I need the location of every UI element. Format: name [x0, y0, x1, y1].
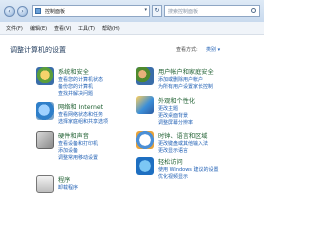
category-system-security: 系统和安全 查看您的计算机状态 备份您的计算机 查找并解决问题	[36, 67, 128, 99]
category-title[interactable]: 系统和安全	[58, 67, 89, 76]
category-link[interactable]: 调整常用移动设置	[58, 154, 98, 161]
category-user-accounts: 用户帐户和家庭安全 添加或删除用户帐户 为所有用户设置家长控制	[136, 67, 260, 93]
user-accounts-icon[interactable]	[136, 67, 154, 85]
page-title: 调整计算机的设置	[10, 46, 66, 54]
category-link[interactable]: 更改桌面背景	[158, 112, 188, 119]
menu-file[interactable]: 文件(F)	[6, 25, 23, 32]
category-link[interactable]: 查看网络状态和任务	[58, 111, 103, 118]
category-title[interactable]: 硬件和声音	[58, 131, 89, 140]
category-appearance: 外观和个性化 更改主题 更改桌面背景 调整屏幕分辨率	[136, 96, 260, 128]
control-panel-icon	[35, 8, 41, 14]
category-link[interactable]: 选择家庭组和共享选项	[58, 118, 108, 125]
category-title[interactable]: 时钟、语言和区域	[158, 131, 208, 140]
view-by-label: 查看方式:	[176, 47, 198, 53]
menu-help[interactable]: 帮助(H)	[102, 25, 120, 32]
category-link[interactable]: 备份您的计算机	[58, 83, 93, 90]
category-title[interactable]: 程序	[58, 175, 70, 184]
back-button[interactable]: ‹	[4, 6, 15, 17]
menu-edit[interactable]: 编辑(E)	[30, 25, 47, 32]
category-link[interactable]: 为所有用户设置家长控制	[158, 83, 213, 90]
category-title[interactable]: 轻松访问	[158, 157, 183, 166]
control-panel-window: ‹ › 控制面板 ▾ ↻ 搜索控制面板 文件(F) 编辑(E) 查看(V) 工具…	[0, 0, 264, 247]
menu-tools[interactable]: 工具(T)	[78, 25, 95, 32]
category-network: 网络和 Internet 查看网络状态和任务 选择家庭组和共享选项	[36, 102, 128, 128]
category-link[interactable]: 优化视频显示	[158, 173, 188, 180]
category-title[interactable]: 用户帐户和家庭安全	[158, 67, 214, 76]
category-title[interactable]: 外观和个性化	[158, 96, 195, 105]
forward-button[interactable]: ›	[17, 6, 28, 17]
category-link[interactable]: 调整屏幕分辨率	[158, 119, 193, 126]
search-placeholder: 搜索控制面板	[168, 9, 199, 15]
category-link[interactable]: 添加设备	[58, 147, 78, 154]
category-link[interactable]: 查找并解决问题	[58, 90, 93, 97]
category-link[interactable]: 添加或删除用户帐户	[158, 76, 203, 83]
clock-language-icon[interactable]	[136, 131, 154, 149]
hardware-sound-icon[interactable]	[36, 131, 54, 149]
chevron-down-icon[interactable]: ▾	[144, 7, 147, 13]
category-link[interactable]: 卸载程序	[58, 184, 78, 191]
view-by-dropdown[interactable]: 类别 ▾	[206, 46, 220, 53]
category-programs: 程序 卸载程序	[36, 175, 128, 195]
category-link[interactable]: 查看设备和打印机	[58, 140, 98, 147]
address-text: 控制面板	[45, 9, 66, 15]
category-hardware-sound: 硬件和声音 查看设备和打印机 添加设备 调整常用移动设置	[36, 131, 128, 163]
ease-of-access-icon[interactable]	[136, 157, 154, 175]
category-clock-language: 时钟、语言和区域 更改键盘或其他输入法 更改显示语言	[136, 131, 260, 157]
category-link[interactable]: 使用 Windows 建议的设置	[158, 166, 219, 173]
search-input[interactable]: 搜索控制面板	[164, 5, 260, 17]
category-link[interactable]: 更改显示语言	[158, 147, 188, 154]
programs-icon[interactable]	[36, 175, 54, 193]
appearance-icon[interactable]	[136, 96, 154, 114]
menu-bar: 文件(F) 编辑(E) 查看(V) 工具(T) 帮助(H)	[0, 22, 264, 35]
category-link[interactable]: 更改键盘或其他输入法	[158, 140, 208, 147]
category-link[interactable]: 查看您的计算机状态	[58, 76, 103, 83]
search-icon[interactable]	[251, 8, 256, 13]
system-security-icon[interactable]	[36, 67, 54, 85]
category-link[interactable]: 更改主题	[158, 105, 178, 112]
address-toolbar: ‹ › 控制面板 ▾ ↻ 搜索控制面板	[0, 0, 264, 23]
category-ease-of-access: 轻松访问 使用 Windows 建议的设置 优化视频显示	[136, 157, 260, 183]
category-title[interactable]: 网络和 Internet	[58, 102, 103, 111]
network-icon[interactable]	[36, 102, 54, 120]
main-content: 调整计算机的设置 查看方式: 类别 ▾ 系统和安全 查看您的计算机状态 备份您的…	[0, 35, 264, 247]
address-bar[interactable]: 控制面板 ▾	[32, 5, 150, 17]
refresh-button[interactable]: ↻	[152, 5, 162, 17]
menu-view[interactable]: 查看(V)	[54, 25, 71, 32]
